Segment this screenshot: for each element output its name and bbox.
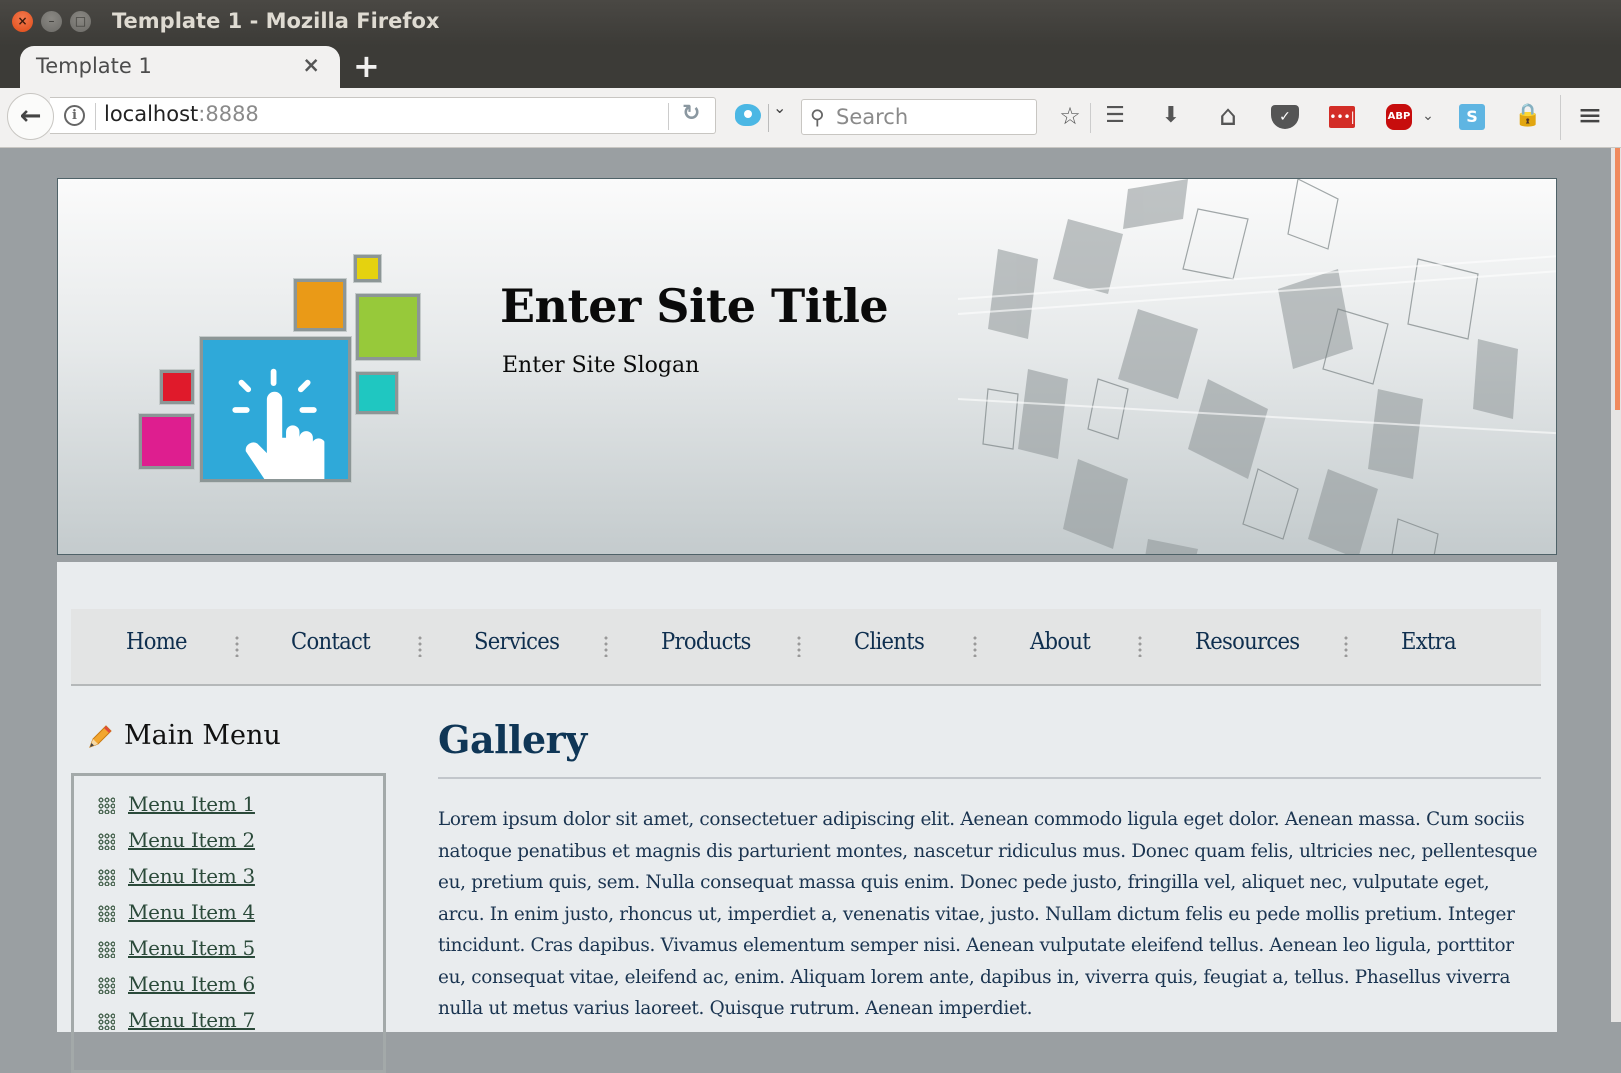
grid-icon: [98, 905, 115, 922]
new-tab-button[interactable]: +: [353, 47, 380, 85]
page-heading: Gallery: [438, 717, 587, 762]
sidebar-title: Main Menu: [124, 720, 281, 751]
search-engine-dropdown-icon[interactable]: ⌄: [773, 98, 786, 117]
bookmark-star-icon[interactable]: ☆: [1054, 100, 1086, 132]
nav-extra[interactable]: Extra: [1401, 629, 1457, 655]
search-icon: ⚲: [810, 105, 825, 129]
nav-services[interactable]: Services: [474, 629, 560, 655]
menu-item-link[interactable]: Menu Item 4: [128, 900, 255, 924]
body-paragraph: Lorem ipsum dolor sit amet, consectetuer…: [438, 809, 1538, 1019]
vertical-scrollbar[interactable]: [1611, 148, 1621, 1022]
tab-strip: Template 1 × +: [0, 46, 1621, 88]
site-slogan: Enter Site Slogan: [502, 353, 700, 378]
window-titlebar: × – □ Template 1 - Mozilla Firefox: [0, 0, 1621, 46]
nav-about[interactable]: About: [1030, 629, 1091, 655]
content-panel: Home Contact Services Products Clients A…: [57, 562, 1557, 1073]
nav-contact[interactable]: Contact: [291, 629, 371, 655]
reading-list-icon[interactable]: ☰: [1099, 100, 1131, 132]
nav-separator: [1138, 635, 1142, 657]
nav-separator: [973, 635, 977, 657]
hamburger-menu-icon[interactable]: ≡: [1574, 100, 1606, 132]
sidebar-menu: Menu Item 1 Menu Item 2 Menu Item 3 Menu…: [71, 773, 386, 1073]
adblock-dropdown-icon[interactable]: ⌄: [1418, 100, 1438, 132]
nav-clients[interactable]: Clients: [854, 629, 925, 655]
logo-red-square: [159, 369, 195, 405]
site-info-icon[interactable]: i: [64, 105, 85, 126]
grid-icon: [98, 833, 115, 850]
url-host: localhost: [104, 102, 199, 126]
logo-green-square: [355, 293, 421, 361]
toolbar-separator: [1560, 95, 1561, 140]
home-icon[interactable]: ⌂: [1212, 100, 1244, 132]
menu-item-link[interactable]: Menu Item 7: [128, 1008, 255, 1032]
nav-home[interactable]: Home: [126, 629, 188, 655]
url-bar[interactable]: i localhost:8888 ↻: [50, 97, 716, 134]
download-icon[interactable]: ⬇: [1155, 100, 1187, 132]
tab-label: Template 1: [36, 54, 152, 78]
nav-products[interactable]: Products: [661, 629, 751, 655]
nav-separator: [1344, 635, 1348, 657]
menu-item-link[interactable]: Menu Item 6: [128, 972, 255, 996]
logo-teal-square: [355, 371, 399, 415]
main-navigation: Home Contact Services Products Clients A…: [71, 609, 1541, 686]
menu-item-link[interactable]: Menu Item 1: [128, 792, 255, 816]
grid-icon: [98, 941, 115, 958]
browser-tab[interactable]: Template 1 ×: [20, 46, 340, 88]
window-title: Template 1 - Mozilla Firefox: [112, 9, 440, 33]
nav-separator: [418, 635, 422, 657]
pointing-hand-icon: [232, 368, 325, 480]
grid-icon: [98, 869, 115, 886]
window-close-button[interactable]: ×: [12, 11, 33, 32]
adblock-plus-icon[interactable]: ABP: [1386, 104, 1412, 130]
engine-separator: [768, 104, 769, 132]
site-header-banner: Enter Site Title Enter Site Slogan: [57, 178, 1557, 555]
url-text[interactable]: localhost:8888: [104, 102, 259, 126]
url-separator: [95, 103, 96, 130]
tab-close-icon[interactable]: ×: [302, 53, 320, 77]
lastpass-icon[interactable]: •••|: [1329, 106, 1355, 128]
heading-divider: [438, 777, 1541, 779]
window-maximize-button[interactable]: □: [70, 11, 91, 32]
globe-background-graphic: [958, 179, 1556, 554]
search-engine-icon[interactable]: [735, 104, 761, 126]
menu-item-link[interactable]: Menu Item 3: [128, 864, 255, 888]
skype-icon[interactable]: S: [1459, 104, 1485, 130]
nav-separator: [797, 635, 801, 657]
reload-icon[interactable]: ↻: [682, 101, 700, 126]
search-input[interactable]: ⚲ Search: [801, 99, 1037, 135]
logo-magenta-square: [138, 413, 195, 470]
nav-resources[interactable]: Resources: [1195, 629, 1300, 655]
site-title: Enter Site Title: [500, 279, 889, 333]
nav-separator: [235, 635, 239, 657]
grid-icon: [98, 797, 115, 814]
grid-icon: [98, 977, 115, 994]
search-placeholder: Search: [836, 105, 909, 129]
url-port: :8888: [198, 102, 259, 126]
reload-separator: [668, 103, 669, 130]
menu-item-link[interactable]: Menu Item 2: [128, 828, 255, 852]
logo-orange-square: [293, 278, 347, 332]
toolbar-separator: [1090, 103, 1091, 133]
nav-separator: [604, 635, 608, 657]
logo-yellow-square: [353, 254, 382, 283]
back-button[interactable]: ←: [7, 93, 54, 140]
scrollbar-thumb[interactable]: [1615, 148, 1620, 410]
back-arrow-icon: ←: [19, 101, 42, 131]
logo-blue-square: [199, 336, 352, 483]
menu-item-link[interactable]: Menu Item 5: [128, 936, 255, 960]
lock-extension-icon[interactable]: 🔒: [1512, 100, 1544, 132]
window-minimize-button[interactable]: –: [41, 11, 62, 32]
pencil-icon: [89, 725, 112, 748]
